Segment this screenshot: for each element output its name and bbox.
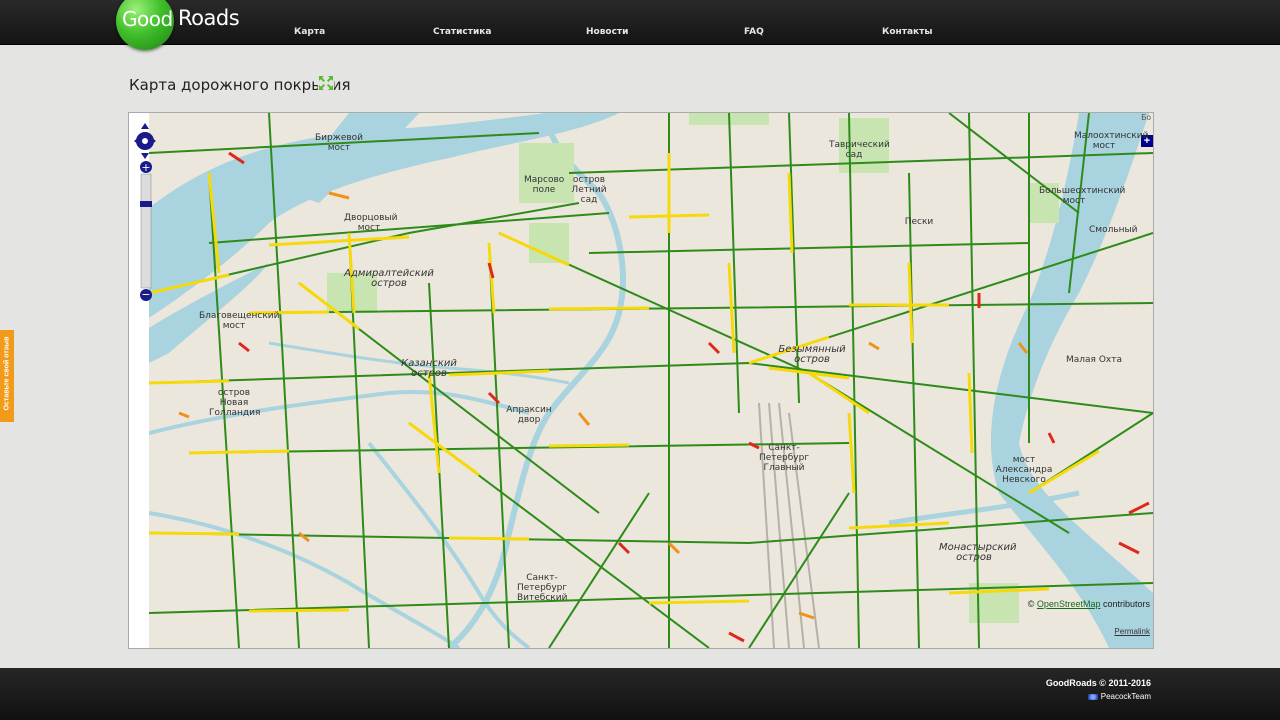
peacock-logo-icon — [1087, 693, 1098, 700]
nav-faq[interactable]: FAQ — [744, 27, 764, 37]
zoom-slider[interactable]: + − — [140, 161, 152, 301]
map-label: Апраксин двор — [506, 405, 552, 425]
osm-link[interactable]: OpenStreetMap — [1037, 599, 1101, 609]
map-label: Казанский остров — [401, 358, 457, 379]
feedback-label: Оставьте свой отзыв — [3, 336, 11, 411]
map-label: Дворцовый мост — [344, 213, 398, 233]
map-label: Пески — [904, 217, 934, 227]
map-label: Адмиралтейский остров — [344, 268, 434, 289]
svg-text:−: − — [141, 288, 150, 301]
site-header: Good Roads Карта Статистика Новости FAQ … — [0, 0, 1280, 50]
map-label: Большеохтинский мост — [1039, 186, 1126, 206]
road-quality-map[interactable]: + − Бо + Биржевой мост Марсово поле остр… — [128, 112, 1154, 649]
attribution-suffix: contributors — [1100, 599, 1150, 609]
nav-news[interactable]: Новости — [586, 27, 628, 37]
map-label: остров Новая Голландия — [209, 388, 261, 418]
map-label: остров Летний сад — [571, 175, 607, 205]
map-label: Санкт-Петербург Главный — [758, 443, 810, 473]
logo[interactable]: Good Roads — [116, 0, 256, 50]
svg-text:+: + — [141, 161, 150, 174]
map-label: Благовещенский мост — [199, 311, 280, 331]
nav-contacts[interactable]: Контакты — [882, 27, 933, 37]
map-label: Биржевой мост — [314, 133, 364, 153]
nav-map[interactable]: Карта — [294, 27, 325, 37]
map-label: Малоохтинский мост — [1074, 131, 1149, 151]
logo-roads-text: Roads — [178, 6, 240, 30]
map-label: Безымянный остров — [778, 344, 846, 365]
site-footer: GoodRoads © 2011-2016 PeacockTeam — [0, 668, 1280, 720]
expand-icon[interactable] — [318, 75, 334, 91]
map-label: мост Александра Невского — [995, 455, 1053, 485]
map-label: Малая Охта — [1066, 355, 1122, 365]
map-tiles[interactable] — [149, 113, 1153, 648]
map-label: Монастырский остров — [939, 542, 1017, 563]
copyright-text: GoodRoads © 2011-2016 — [1045, 678, 1151, 688]
team-name: PeacockTeam — [1100, 692, 1151, 701]
logo-good-text: Good — [122, 7, 173, 31]
peacock-team-link[interactable]: PeacockTeam — [1087, 692, 1151, 701]
map-label: Таврический сад — [829, 140, 890, 160]
map-label: Смольный — [1089, 225, 1138, 235]
pan-control[interactable] — [133, 121, 157, 161]
map-attribution: © OpenStreetMap contributors — [1028, 599, 1150, 609]
feedback-tab[interactable]: Оставьте свой отзыв — [0, 330, 14, 422]
map-label: Марсово поле — [524, 175, 565, 195]
permalink[interactable]: Permalink — [1114, 627, 1150, 636]
map-edge-label: Бо — [1141, 113, 1151, 122]
map-label: Санкт-Петербург Витебский — [517, 573, 568, 603]
nav-statistics[interactable]: Статистика — [433, 27, 491, 37]
attribution-prefix: © — [1027, 599, 1037, 609]
